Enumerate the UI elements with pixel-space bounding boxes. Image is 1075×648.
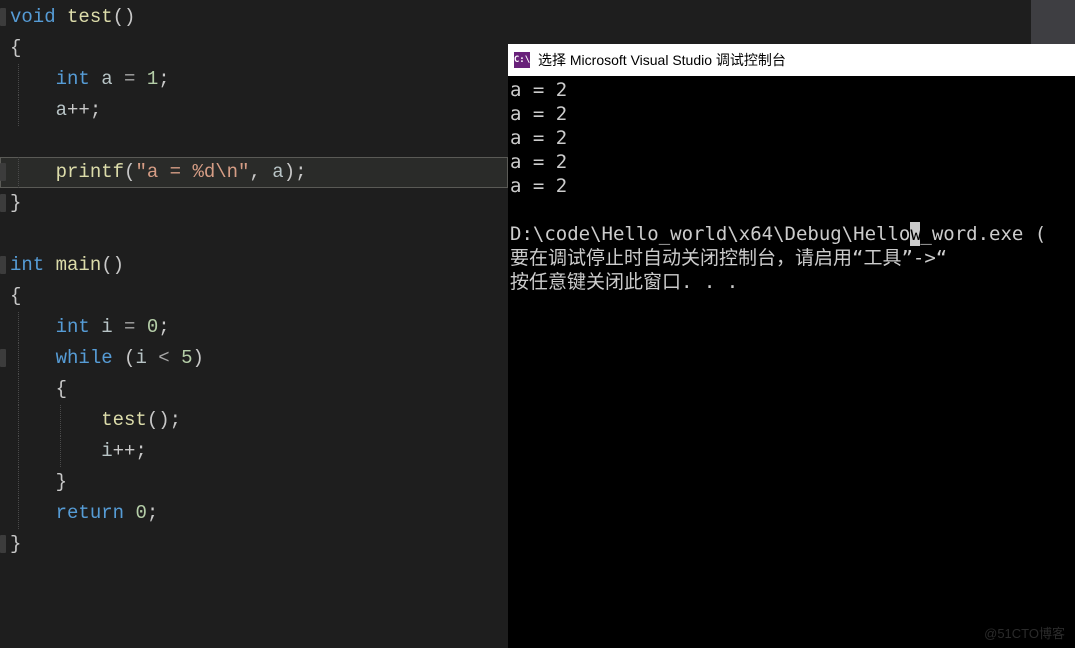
code-text: } <box>8 533 21 555</box>
gutter-marker <box>0 194 6 212</box>
console-line: a = 2 <box>510 126 1073 150</box>
console-path-line: D:\code\Hello_world\x64\Debug\Hellow_wor… <box>510 222 1073 246</box>
code-text: { <box>8 285 21 307</box>
code-line[interactable]: i++; <box>0 436 508 467</box>
console-cursor: w <box>910 222 920 246</box>
top-tab-placeholder <box>1031 0 1075 44</box>
code-line[interactable]: int main() <box>0 250 508 281</box>
code-line[interactable]: } <box>0 188 508 219</box>
code-line[interactable]: { <box>0 281 508 312</box>
gutter-marker <box>0 256 6 274</box>
console-hint-line: 要在调试停止时自动关闭控制台，请启用“工具”->“ <box>510 246 1073 270</box>
console-output[interactable]: a = 2a = 2a = 2a = 2a = 2D:\code\Hello_w… <box>508 76 1075 296</box>
debug-console-window[interactable]: C:\ 选择 Microsoft Visual Studio 调试控制台 a =… <box>508 44 1075 648</box>
gutter-marker <box>0 163 6 181</box>
code-line[interactable] <box>0 219 508 250</box>
code-editor[interactable]: void test() { int a = 1; a++; printf("a =… <box>0 0 508 648</box>
code-line[interactable]: void test() <box>0 2 508 33</box>
console-icon: C:\ <box>514 52 530 68</box>
code-line[interactable]: { <box>0 374 508 405</box>
indent-guide <box>18 64 19 95</box>
code-line[interactable]: } <box>0 467 508 498</box>
code-line[interactable] <box>0 126 508 157</box>
console-line: a = 2 <box>510 78 1073 102</box>
console-hint-line: 按任意键关闭此窗口. . . <box>510 270 1073 294</box>
indent-guide <box>18 374 19 405</box>
indent-guide <box>60 436 61 467</box>
code-line[interactable]: int a = 1; <box>0 64 508 95</box>
code-line[interactable]: test(); <box>0 405 508 436</box>
gutter-marker <box>0 8 6 26</box>
code-line[interactable]: { <box>0 33 508 64</box>
code-text: int i = 0; <box>8 316 170 338</box>
code-line[interactable]: return 0; <box>0 498 508 529</box>
watermark: @51CTO博客 <box>984 623 1065 642</box>
gutter-marker <box>0 349 6 367</box>
code-text: a++; <box>8 99 101 121</box>
indent-guide <box>18 343 19 374</box>
gutter-marker <box>0 535 6 553</box>
code-text <box>8 130 10 152</box>
code-text: } <box>8 192 21 214</box>
code-text: test(); <box>8 409 181 431</box>
indent-guide <box>18 498 19 529</box>
code-text: int main() <box>8 254 124 276</box>
code-text: int a = 1; <box>8 68 170 90</box>
code-text: { <box>8 37 21 59</box>
console-titlebar[interactable]: C:\ 选择 Microsoft Visual Studio 调试控制台 <box>508 44 1075 76</box>
code-line[interactable]: printf("a = %d\n", a); <box>0 157 508 188</box>
indent-guide <box>18 157 19 188</box>
indent-guide <box>60 405 61 436</box>
indent-guide <box>18 95 19 126</box>
console-line: a = 2 <box>510 150 1073 174</box>
code-line[interactable]: } <box>0 529 508 560</box>
console-blank-line <box>510 198 1073 222</box>
indent-guide <box>18 467 19 498</box>
console-line: a = 2 <box>510 102 1073 126</box>
code-line[interactable]: while (i < 5) <box>0 343 508 374</box>
code-text: printf("a = %d\n", a); <box>8 161 307 183</box>
code-line[interactable]: a++; <box>0 95 508 126</box>
console-title: 选择 Microsoft Visual Studio 调试控制台 <box>538 50 786 70</box>
code-text: void test() <box>8 6 135 28</box>
code-text: return 0; <box>8 502 158 524</box>
code-text: while (i < 5) <box>8 347 204 369</box>
console-line: a = 2 <box>510 174 1073 198</box>
code-text: i++; <box>8 440 147 462</box>
indent-guide <box>18 405 19 436</box>
indent-guide <box>18 436 19 467</box>
indent-guide <box>18 312 19 343</box>
code-text: } <box>8 471 67 493</box>
code-text: { <box>8 378 67 400</box>
code-line[interactable]: int i = 0; <box>0 312 508 343</box>
code-text <box>8 223 10 245</box>
